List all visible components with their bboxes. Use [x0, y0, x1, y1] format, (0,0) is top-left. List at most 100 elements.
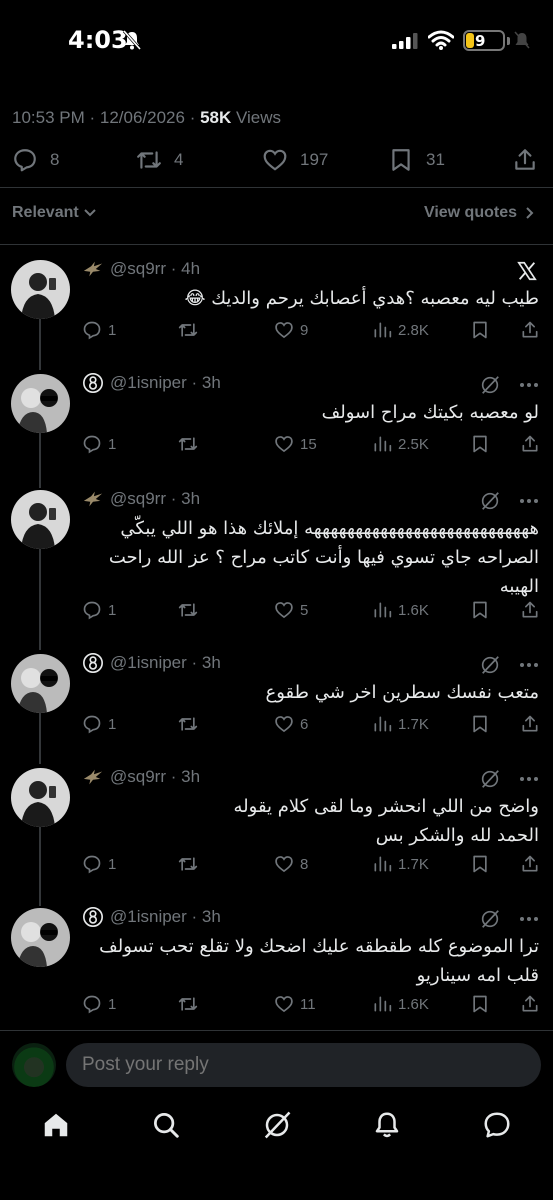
- reply-actions: 1 11 1.6K: [0, 992, 553, 1018]
- views-button[interactable]: 1.6K: [372, 994, 429, 1014]
- reply-handle[interactable]: @sq9rr: [110, 259, 166, 279]
- reply-button[interactable]: 1: [82, 600, 116, 620]
- bookmark-button[interactable]: [470, 434, 490, 454]
- repost-button[interactable]: [178, 714, 204, 734]
- grok-icon[interactable]: [479, 374, 501, 396]
- repost-button[interactable]: [178, 994, 204, 1014]
- views-button[interactable]: 1.7K: [372, 854, 429, 874]
- reply-item[interactable]: @sq9rr · 3h واضح من اللي انحشر وما لقى ك…: [0, 764, 553, 894]
- like-button[interactable]: 9: [274, 320, 308, 340]
- reply-actions: 1 8 1.7K: [0, 852, 553, 878]
- like-count: 197: [300, 150, 329, 169]
- reply-button[interactable]: 1: [82, 434, 116, 454]
- bookmark-button[interactable]: [470, 320, 490, 340]
- share-button[interactable]: [520, 994, 540, 1014]
- reply-item[interactable]: @sq9rr · 4h طيب ليه معصبه ؟هدي أعصابك ير…: [0, 256, 553, 356]
- share-button[interactable]: [512, 147, 538, 173]
- views-icon: [374, 856, 392, 872]
- reply-count: 1: [108, 601, 117, 619]
- grok-icon[interactable]: [479, 654, 501, 676]
- bell-off-icon: [514, 31, 530, 49]
- reply-button[interactable]: 1: [82, 714, 116, 734]
- avatar[interactable]: [11, 654, 70, 713]
- views-icon: [374, 602, 392, 618]
- repost-button[interactable]: [178, 434, 204, 454]
- reply-item[interactable]: @1isniper · 3h متعب نفسك سطرين اخر شي طق…: [0, 650, 553, 750]
- share-button[interactable]: [520, 434, 540, 454]
- views-button[interactable]: 2.5K: [372, 434, 429, 454]
- reply-header: @sq9rr · 4h: [82, 258, 200, 280]
- share-button[interactable]: [520, 714, 540, 734]
- reply-handle[interactable]: @sq9rr: [110, 767, 166, 787]
- home-icon[interactable]: [41, 1110, 71, 1140]
- grok-icon[interactable]: [479, 490, 501, 512]
- views-button[interactable]: 1.7K: [372, 714, 429, 734]
- notifications-icon[interactable]: [372, 1110, 402, 1140]
- like-button[interactable]: 8: [274, 854, 308, 874]
- repost-button[interactable]: 4: [136, 147, 183, 173]
- reply-item[interactable]: @1isniper · 3h لو معصبه بكيتك مراح اسولف…: [0, 370, 553, 470]
- like-button[interactable]: 197: [262, 147, 328, 173]
- more-icon[interactable]: [519, 916, 539, 922]
- reply-item[interactable]: @1isniper · 3h ترا الموضوع كله طقطقه علي…: [0, 904, 553, 1030]
- bookmark-button[interactable]: [470, 994, 490, 1014]
- x-logo-icon: [517, 261, 537, 281]
- messages-icon[interactable]: [482, 1110, 512, 1140]
- reply-handle[interactable]: @1isniper: [110, 653, 187, 673]
- share-button[interactable]: [520, 600, 540, 620]
- reply-button[interactable]: 1: [82, 854, 116, 874]
- share-button[interactable]: [520, 320, 540, 340]
- reply-count: 1: [108, 715, 117, 733]
- grok-icon[interactable]: [479, 768, 501, 790]
- reply-button[interactable]: 1: [82, 320, 116, 340]
- more-icon[interactable]: [519, 776, 539, 782]
- avatar[interactable]: [12, 1043, 56, 1087]
- reply-header: @1isniper · 3h: [82, 906, 221, 928]
- reply-text: لو معصبه بكيتك مراح اسولف: [321, 402, 539, 423]
- more-icon[interactable]: [519, 382, 539, 388]
- avatar[interactable]: [11, 908, 70, 967]
- search-icon[interactable]: [151, 1110, 181, 1140]
- view-quotes-link[interactable]: View quotes: [424, 204, 537, 222]
- view-quotes-label: View quotes: [423, 204, 517, 221]
- grok-icon[interactable]: [479, 908, 501, 930]
- sort-dropdown[interactable]: Relevant: [12, 204, 97, 222]
- like-button[interactable]: 5: [274, 600, 308, 620]
- reply-count: 1: [108, 855, 117, 873]
- reply-input[interactable]: [66, 1043, 541, 1087]
- grok-icon[interactable]: [262, 1110, 292, 1140]
- bookmark-button[interactable]: [470, 714, 490, 734]
- like-button[interactable]: 6: [274, 714, 308, 734]
- repost-button[interactable]: [178, 600, 204, 620]
- bookmark-button[interactable]: [470, 854, 490, 874]
- reply-button[interactable]: 8: [12, 147, 59, 173]
- reply-item[interactable]: @sq9rr · 3h هههههههههههههههههههههههههههه…: [0, 486, 553, 636]
- avatar[interactable]: [11, 260, 70, 319]
- reply-handle[interactable]: @sq9rr: [110, 489, 166, 509]
- avatar[interactable]: [11, 768, 70, 827]
- like-icon: [275, 436, 293, 453]
- avatar[interactable]: [11, 490, 70, 549]
- battery-icon: 9: [463, 30, 505, 51]
- reply-separator: ·: [166, 489, 182, 508]
- views-button[interactable]: 1.6K: [372, 600, 429, 620]
- more-icon[interactable]: [519, 498, 539, 504]
- reply-button[interactable]: 1: [82, 994, 116, 1014]
- like-button[interactable]: 15: [274, 434, 317, 454]
- reply-handle[interactable]: @1isniper: [110, 907, 187, 927]
- views-button[interactable]: 2.8K: [372, 320, 429, 340]
- share-icon: [515, 149, 535, 170]
- repost-button[interactable]: [178, 854, 204, 874]
- bookmark-icon: [473, 995, 487, 1013]
- bookmark-button[interactable]: 31: [388, 147, 445, 173]
- like-button[interactable]: 11: [274, 994, 316, 1014]
- avatar[interactable]: [11, 374, 70, 433]
- share-icon: [522, 601, 538, 618]
- repost-button[interactable]: [178, 320, 204, 340]
- reply-handle[interactable]: @1isniper: [110, 373, 187, 393]
- more-icon[interactable]: [519, 662, 539, 668]
- share-button[interactable]: [520, 854, 540, 874]
- bookmark-button[interactable]: [470, 600, 490, 620]
- reply-text: طيب ليه معصبه ؟هدي أعصابك يرحم والديك 😂: [184, 288, 539, 309]
- tweet-date: 12/06/2026: [99, 108, 185, 127]
